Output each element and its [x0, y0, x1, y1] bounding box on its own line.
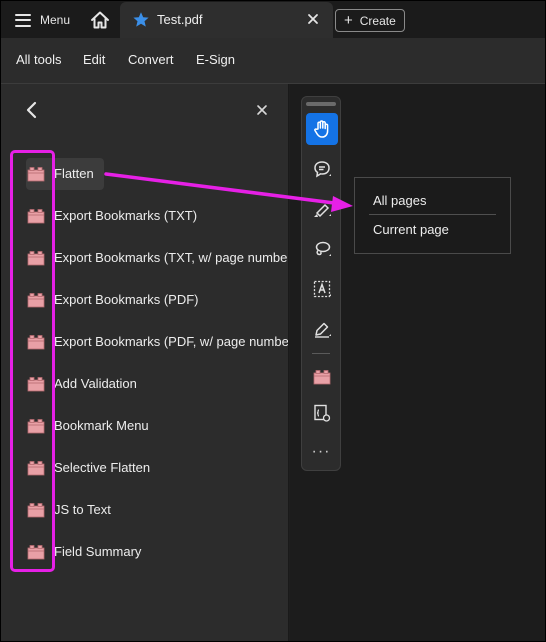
highlighter-icon: [314, 203, 331, 218]
main-toolbar: All tools Edit Convert E-Sign: [1, 38, 545, 84]
close-panel-icon[interactable]: [256, 104, 268, 116]
hand-icon: [314, 120, 329, 138]
more-icon[interactable]: ···: [302, 443, 340, 461]
edit-tab[interactable]: Edit: [83, 52, 105, 67]
tool-item-label: Export Bookmarks (TXT): [54, 208, 198, 223]
tool-item-label: Flatten: [54, 166, 94, 181]
hamburger-icon: [15, 13, 31, 27]
menu-item-current-page[interactable]: Current page: [373, 222, 449, 237]
menu-label: Menu: [40, 13, 71, 27]
tool-item[interactable]: Export Bookmarks (TXT): [24, 200, 288, 232]
lasso-icon: [315, 241, 331, 256]
text-select-tool[interactable]: [306, 273, 338, 305]
tool-item-label: JS to Text: [54, 502, 111, 517]
document-tab[interactable]: Test.pdf: [120, 2, 333, 38]
back-icon[interactable]: [25, 100, 39, 120]
tool-item[interactable]: Bookmark Menu: [24, 410, 288, 442]
tab-title: Test.pdf: [157, 12, 203, 27]
star-icon[interactable]: [132, 11, 150, 29]
create-button[interactable]: + Create: [335, 9, 405, 32]
tool-item-label: Selective Flatten: [54, 460, 151, 475]
pen-tool[interactable]: [306, 313, 338, 345]
plugin-icon: [313, 370, 331, 385]
tool-item[interactable]: Export Bookmarks (TXT, w/ page numbers): [24, 242, 288, 274]
highlighter-tool[interactable]: [306, 193, 338, 225]
tool-item[interactable]: JS to Text: [24, 494, 288, 526]
tool-item[interactable]: Export Bookmarks (PDF): [24, 284, 288, 316]
text-select-icon: [313, 280, 331, 298]
tool-item-label: Bookmark Menu: [54, 418, 149, 433]
plugin-tool[interactable]: [306, 361, 338, 393]
tool-item-label: Field Summary: [54, 544, 142, 559]
comment-tool[interactable]: [306, 153, 338, 185]
create-label: Create: [359, 13, 396, 28]
annotation-highlight-box: [10, 150, 55, 572]
quick-tools-bar: ···: [301, 96, 341, 471]
tool-item-label: Export Bookmarks (TXT, w/ page numbers): [54, 250, 288, 265]
close-tab-icon[interactable]: [306, 12, 320, 26]
tool-item[interactable]: Field Summary: [24, 536, 288, 568]
tool-item[interactable]: Add Validation: [24, 368, 288, 400]
script-icon: [314, 404, 331, 422]
tool-item[interactable]: Selective Flatten: [24, 452, 288, 484]
home-button[interactable]: [89, 9, 111, 31]
all-tools-tab[interactable]: All tools: [16, 52, 62, 67]
script-tool[interactable]: [306, 397, 338, 429]
hand-tool[interactable]: [306, 113, 338, 145]
e-sign-tab[interactable]: E-Sign: [196, 52, 235, 67]
menu-item-all-pages[interactable]: All pages: [373, 193, 426, 208]
lasso-tool[interactable]: [306, 233, 338, 265]
menu-divider: [369, 214, 496, 215]
tool-item-label: Export Bookmarks (PDF): [54, 292, 199, 307]
convert-tab[interactable]: Convert: [128, 52, 174, 67]
tool-item-label: Export Bookmarks (PDF, w/ page numbers): [54, 334, 288, 349]
toolbar-divider: [312, 353, 330, 354]
tool-item-label: Add Validation: [54, 376, 137, 391]
comment-icon: [314, 161, 331, 178]
tool-item[interactable]: Export Bookmarks (PDF, w/ page numbers): [24, 326, 288, 358]
plus-icon: +: [344, 12, 353, 29]
menu-button[interactable]: Menu: [15, 9, 70, 31]
tool-item[interactable]: Flatten: [24, 158, 288, 190]
drag-handle[interactable]: [306, 102, 336, 106]
home-icon: [91, 11, 109, 29]
flatten-options-menu: All pages Current page: [354, 177, 511, 254]
pen-icon: [315, 322, 331, 338]
title-bar: Menu Test.pdf + Create: [1, 1, 545, 38]
